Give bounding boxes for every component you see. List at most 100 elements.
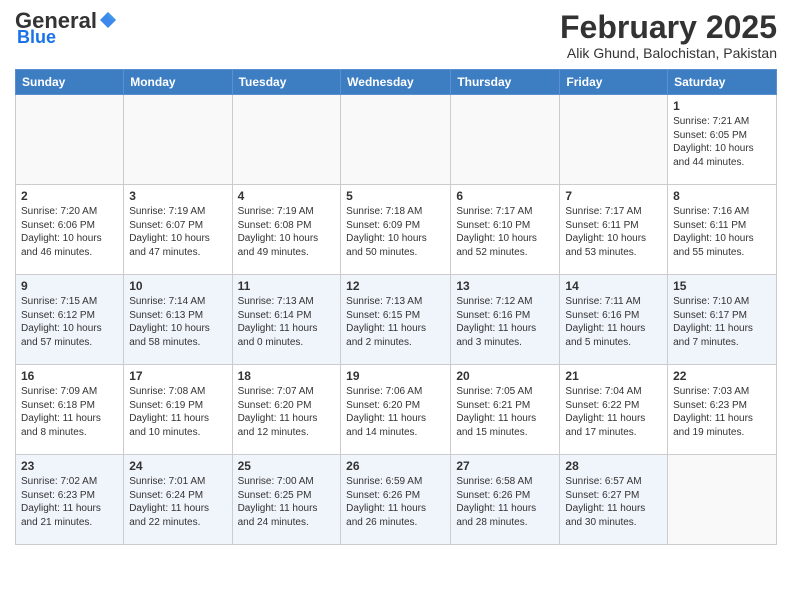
day-number: 22	[673, 369, 771, 383]
calendar-week-2: 2 Sunrise: 7:20 AM Sunset: 6:06 PM Daylig…	[16, 185, 777, 275]
header-friday: Friday	[560, 70, 668, 95]
table-row: 10 Sunrise: 7:14 AM Sunset: 6:13 PM Dayli…	[124, 275, 232, 365]
table-row: 18Sunrise: 7:07 AM Sunset: 6:20 PM Dayli…	[232, 365, 341, 455]
day-number: 27	[456, 459, 554, 473]
table-row: 2 Sunrise: 7:20 AM Sunset: 6:06 PM Daylig…	[16, 185, 124, 275]
logo-icon	[98, 10, 118, 30]
header-monday: Monday	[124, 70, 232, 95]
page-subtitle: Alik Ghund, Balochistan, Pakistan	[560, 45, 777, 61]
table-row: 3 Sunrise: 7:19 AM Sunset: 6:07 PM Daylig…	[124, 185, 232, 275]
table-row	[124, 95, 232, 185]
day-info: Sunrise: 7:00 AM Sunset: 6:25 PM Dayligh…	[238, 475, 336, 529]
table-row: 19 Sunrise: 7:06 AM Sunset: 6:20 PM Dayli…	[341, 365, 451, 455]
day-info: Sunrise: 7:18 AM Sunset: 6:09 PM Dayligh…	[346, 205, 445, 259]
day-info: Sunrise: 7:21 AM Sunset: 6:05 PM Dayligh…	[673, 115, 771, 169]
day-number: 20	[456, 369, 554, 383]
page-title: February 2025	[560, 10, 777, 45]
day-number: 1	[673, 99, 771, 113]
day-info: Sunrise: 7:12 AM Sunset: 6:16 PM Dayligh…	[456, 295, 554, 349]
table-row: 24 Sunrise: 7:01 AM Sunset: 6:24 PM Dayli…	[124, 455, 232, 545]
day-info: Sunrise: 7:05 AM Sunset: 6:21 PM Dayligh…	[456, 385, 554, 439]
day-info: Sunrise: 7:13 AM Sunset: 6:14 PM Dayligh…	[238, 295, 336, 349]
calendar-table: Sunday Monday Tuesday Wednesday Thursday…	[15, 69, 777, 545]
day-info: Sunrise: 7:04 AM Sunset: 6:22 PM Dayligh…	[565, 385, 662, 439]
table-row: 8 Sunrise: 7:16 AM Sunset: 6:11 PM Daylig…	[668, 185, 777, 275]
day-number: 10	[129, 279, 226, 293]
day-number: 11	[238, 279, 336, 293]
day-info: Sunrise: 7:15 AM Sunset: 6:12 PM Dayligh…	[21, 295, 118, 349]
calendar-week-3: 9 Sunrise: 7:15 AM Sunset: 6:12 PM Daylig…	[16, 275, 777, 365]
day-number: 24	[129, 459, 226, 473]
day-number: 7	[565, 189, 662, 203]
logo-blue-text: Blue	[17, 28, 56, 46]
day-number: 19	[346, 369, 445, 383]
day-number: 15	[673, 279, 771, 293]
day-number: 16	[21, 369, 118, 383]
table-row: 28 Sunrise: 6:57 AM Sunset: 6:27 PM Dayli…	[560, 455, 668, 545]
table-row: 17 Sunrise: 7:08 AM Sunset: 6:19 PM Dayli…	[124, 365, 232, 455]
day-info: Sunrise: 7:13 AM Sunset: 6:15 PM Dayligh…	[346, 295, 445, 349]
table-row: 25 Sunrise: 7:00 AM Sunset: 6:25 PM Dayli…	[232, 455, 341, 545]
page: General Blue February 2025 Alik Ghund, B…	[0, 0, 792, 555]
day-info: Sunrise: 7:06 AM Sunset: 6:20 PM Dayligh…	[346, 385, 445, 439]
day-number: 12	[346, 279, 445, 293]
table-row: 21 Sunrise: 7:04 AM Sunset: 6:22 PM Dayli…	[560, 365, 668, 455]
day-info: Sunrise: 7:10 AM Sunset: 6:17 PM Dayligh…	[673, 295, 771, 349]
day-number: 8	[673, 189, 771, 203]
calendar-week-1: 1 Sunrise: 7:21 AM Sunset: 6:05 PM Daylig…	[16, 95, 777, 185]
table-row: 9 Sunrise: 7:15 AM Sunset: 6:12 PM Daylig…	[16, 275, 124, 365]
day-number: 17	[129, 369, 226, 383]
table-row: 15 Sunrise: 7:10 AM Sunset: 6:17 PM Dayli…	[668, 275, 777, 365]
day-info: Sunrise: 7:19 AM Sunset: 6:07 PM Dayligh…	[129, 205, 226, 259]
table-row: 4 Sunrise: 7:19 AM Sunset: 6:08 PM Daylig…	[232, 185, 341, 275]
day-info: Sunrise: 7:07 AM Sunset: 6:20 PM Dayligh…	[238, 385, 336, 439]
table-row: 16Sunrise: 7:09 AM Sunset: 6:18 PM Dayli…	[16, 365, 124, 455]
day-info: Sunrise: 7:03 AM Sunset: 6:23 PM Dayligh…	[673, 385, 771, 439]
day-number: 2	[21, 189, 118, 203]
table-row	[341, 95, 451, 185]
table-row: 13 Sunrise: 7:12 AM Sunset: 6:16 PM Dayli…	[451, 275, 560, 365]
day-info: Sunrise: 7:16 AM Sunset: 6:11 PM Dayligh…	[673, 205, 771, 259]
day-info: Sunrise: 7:17 AM Sunset: 6:11 PM Dayligh…	[565, 205, 662, 259]
day-number: 26	[346, 459, 445, 473]
day-number: 25	[238, 459, 336, 473]
table-row	[16, 95, 124, 185]
calendar-week-4: 16Sunrise: 7:09 AM Sunset: 6:18 PM Dayli…	[16, 365, 777, 455]
day-number: 23	[21, 459, 118, 473]
day-info: Sunrise: 7:08 AM Sunset: 6:19 PM Dayligh…	[129, 385, 226, 439]
day-info: Sunrise: 7:20 AM Sunset: 6:06 PM Dayligh…	[21, 205, 118, 259]
logo: General Blue	[15, 10, 118, 46]
table-row: 14 Sunrise: 7:11 AM Sunset: 6:16 PM Dayli…	[560, 275, 668, 365]
header: General Blue February 2025 Alik Ghund, B…	[15, 10, 777, 61]
day-info: Sunrise: 7:17 AM Sunset: 6:10 PM Dayligh…	[456, 205, 554, 259]
day-info: Sunrise: 6:59 AM Sunset: 6:26 PM Dayligh…	[346, 475, 445, 529]
table-row	[668, 455, 777, 545]
day-number: 14	[565, 279, 662, 293]
header-wednesday: Wednesday	[341, 70, 451, 95]
table-row: 26 Sunrise: 6:59 AM Sunset: 6:26 PM Dayli…	[341, 455, 451, 545]
header-tuesday: Tuesday	[232, 70, 341, 95]
day-info: Sunrise: 6:58 AM Sunset: 6:26 PM Dayligh…	[456, 475, 554, 529]
day-info: Sunrise: 7:14 AM Sunset: 6:13 PM Dayligh…	[129, 295, 226, 349]
day-info: Sunrise: 7:11 AM Sunset: 6:16 PM Dayligh…	[565, 295, 662, 349]
day-info: Sunrise: 6:57 AM Sunset: 6:27 PM Dayligh…	[565, 475, 662, 529]
day-number: 9	[21, 279, 118, 293]
day-info: Sunrise: 7:02 AM Sunset: 6:23 PM Dayligh…	[21, 475, 118, 529]
day-number: 5	[346, 189, 445, 203]
day-number: 6	[456, 189, 554, 203]
table-row	[560, 95, 668, 185]
header-sunday: Sunday	[16, 70, 124, 95]
table-row: 1 Sunrise: 7:21 AM Sunset: 6:05 PM Daylig…	[668, 95, 777, 185]
day-number: 3	[129, 189, 226, 203]
table-row: 6 Sunrise: 7:17 AM Sunset: 6:10 PM Daylig…	[451, 185, 560, 275]
calendar-header-row: Sunday Monday Tuesday Wednesday Thursday…	[16, 70, 777, 95]
header-saturday: Saturday	[668, 70, 777, 95]
table-row: 22 Sunrise: 7:03 AM Sunset: 6:23 PM Dayli…	[668, 365, 777, 455]
day-number: 21	[565, 369, 662, 383]
day-number: 13	[456, 279, 554, 293]
day-info: Sunrise: 7:19 AM Sunset: 6:08 PM Dayligh…	[238, 205, 336, 259]
day-number: 4	[238, 189, 336, 203]
day-number: 28	[565, 459, 662, 473]
table-row: 27 Sunrise: 6:58 AM Sunset: 6:26 PM Dayli…	[451, 455, 560, 545]
day-info: Sunrise: 7:01 AM Sunset: 6:24 PM Dayligh…	[129, 475, 226, 529]
